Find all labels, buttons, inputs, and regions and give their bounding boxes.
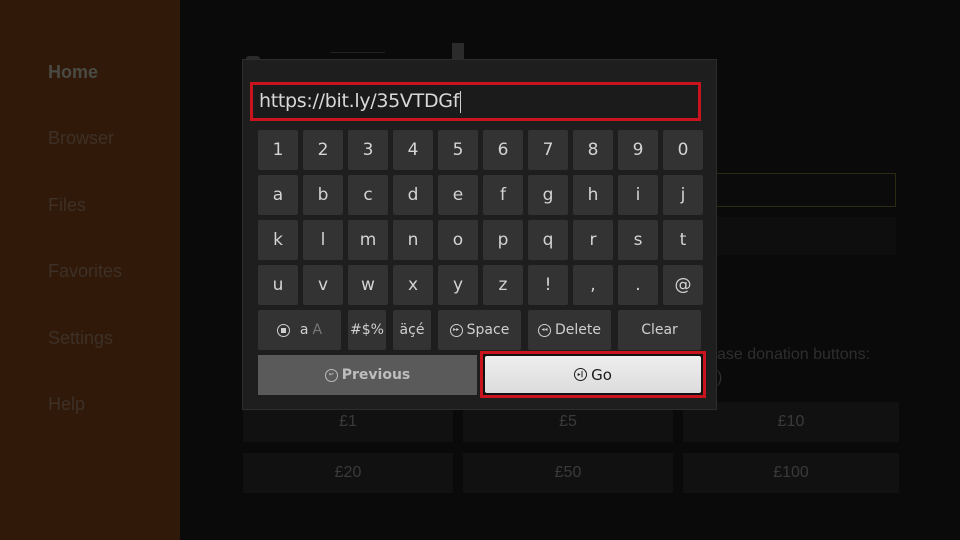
previous-label: Previous xyxy=(341,367,411,383)
key-.[interactable]: . xyxy=(618,265,658,305)
key-k[interactable]: k xyxy=(258,220,298,260)
key-g[interactable]: g xyxy=(528,175,568,215)
key-5[interactable]: 5 xyxy=(438,130,478,170)
key-4[interactable]: 4 xyxy=(393,130,433,170)
key-z[interactable]: z xyxy=(483,265,523,305)
key-,[interactable]: , xyxy=(573,265,613,305)
delete-key[interactable]: ◂◂ Delete xyxy=(528,310,611,350)
key-n[interactable]: n xyxy=(393,220,433,260)
delete-label: Delete xyxy=(555,322,601,338)
go-button[interactable]: ▸‖ Go xyxy=(480,351,706,398)
accents-key[interactable]: äçé xyxy=(393,310,431,350)
sidebar-item-favorites[interactable]: Favorites xyxy=(48,261,122,282)
key-3[interactable]: 3 xyxy=(348,130,388,170)
sidebar-item-home[interactable]: Home xyxy=(48,62,98,83)
key-@[interactable]: @ xyxy=(663,265,703,305)
key-w[interactable]: w xyxy=(348,265,388,305)
key-o[interactable]: o xyxy=(438,220,478,260)
symbols-key[interactable]: #$% xyxy=(348,310,386,350)
case-lower-label: a xyxy=(299,322,309,338)
key-i[interactable]: i xyxy=(618,175,658,215)
key-y[interactable]: y xyxy=(438,265,478,305)
key-p[interactable]: p xyxy=(483,220,523,260)
go-label: Go xyxy=(591,365,612,384)
go-button-face: ▸‖ Go xyxy=(485,356,701,393)
fast-forward-icon: ▸▸ xyxy=(449,323,463,337)
key-8[interactable]: 8 xyxy=(573,130,613,170)
previous-button[interactable]: ↩ Previous xyxy=(258,355,477,395)
sidebar-item-help[interactable]: Help xyxy=(48,394,85,415)
background-tab-edge xyxy=(452,43,464,60)
key-![interactable]: ! xyxy=(528,265,568,305)
space-label: Space xyxy=(466,322,510,338)
clear-key[interactable]: Clear xyxy=(618,310,701,350)
key-v[interactable]: v xyxy=(303,265,343,305)
key-t[interactable]: t xyxy=(663,220,703,260)
back-icon: ↩ xyxy=(324,368,338,382)
case-upper-label: A xyxy=(312,322,323,338)
play-pause-icon: ▸‖ xyxy=(574,368,588,381)
url-input-value: https://bit.ly/35VTDGf xyxy=(259,90,460,112)
key-h[interactable]: h xyxy=(573,175,613,215)
key-6[interactable]: 6 xyxy=(483,130,523,170)
background-tab-edge xyxy=(330,52,385,53)
key-f[interactable]: f xyxy=(483,175,523,215)
key-0[interactable]: 0 xyxy=(663,130,703,170)
key-d[interactable]: d xyxy=(393,175,433,215)
donation-prompt-text-2: ) xyxy=(717,369,723,386)
donation-prompt-text: ase donation buttons: xyxy=(717,346,871,363)
key-e[interactable]: e xyxy=(438,175,478,215)
sidebar-item-files[interactable]: Files xyxy=(48,195,86,216)
key-b[interactable]: b xyxy=(303,175,343,215)
key-7[interactable]: 7 xyxy=(528,130,568,170)
key-l[interactable]: l xyxy=(303,220,343,260)
background-url-field xyxy=(700,173,896,207)
key-1[interactable]: 1 xyxy=(258,130,298,170)
background-button-strip xyxy=(700,217,896,255)
key-r[interactable]: r xyxy=(573,220,613,260)
key-x[interactable]: x xyxy=(393,265,433,305)
sidebar: Home Browser Files Favorites Settings He… xyxy=(0,0,180,540)
key-m[interactable]: m xyxy=(348,220,388,260)
key-a[interactable]: a xyxy=(258,175,298,215)
key-s[interactable]: s xyxy=(618,220,658,260)
key-j[interactable]: j xyxy=(663,175,703,215)
donation-button-100[interactable]: £100 xyxy=(683,453,899,493)
key-u[interactable]: u xyxy=(258,265,298,305)
case-toggle-key[interactable]: aA xyxy=(258,310,341,350)
space-key[interactable]: ▸▸ Space xyxy=(438,310,521,350)
text-caret xyxy=(460,90,462,113)
url-input[interactable]: https://bit.ly/35VTDGf xyxy=(250,82,701,121)
sidebar-item-browser[interactable]: Browser xyxy=(48,128,114,149)
sidebar-item-settings[interactable]: Settings xyxy=(48,328,113,349)
rewind-icon: ◂◂ xyxy=(538,323,551,337)
donation-button-20[interactable]: £20 xyxy=(243,453,453,493)
key-2[interactable]: 2 xyxy=(303,130,343,170)
donation-button-50[interactable]: £50 xyxy=(463,453,673,493)
key-q[interactable]: q xyxy=(528,220,568,260)
key-9[interactable]: 9 xyxy=(618,130,658,170)
menu-button-icon xyxy=(276,323,290,337)
key-c[interactable]: c xyxy=(348,175,388,215)
